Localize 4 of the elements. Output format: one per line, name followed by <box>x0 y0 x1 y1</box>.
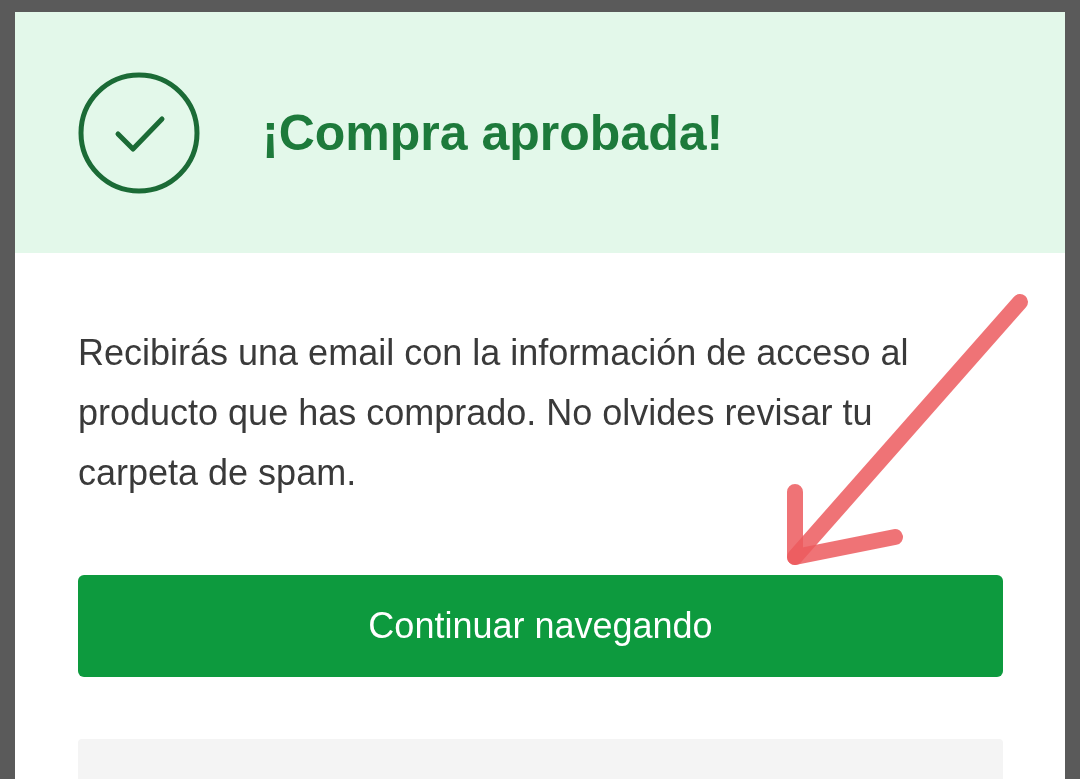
success-title: ¡Compra aprobada! <box>262 103 724 163</box>
continue-button[interactable]: Continuar navegando <box>78 575 1003 677</box>
check-icon <box>78 71 200 194</box>
confirmation-message: Recibirás una email con la información de acceso al producto que has comprado. No olvides revisar tu carpeta de spam. <box>78 331 910 495</box>
